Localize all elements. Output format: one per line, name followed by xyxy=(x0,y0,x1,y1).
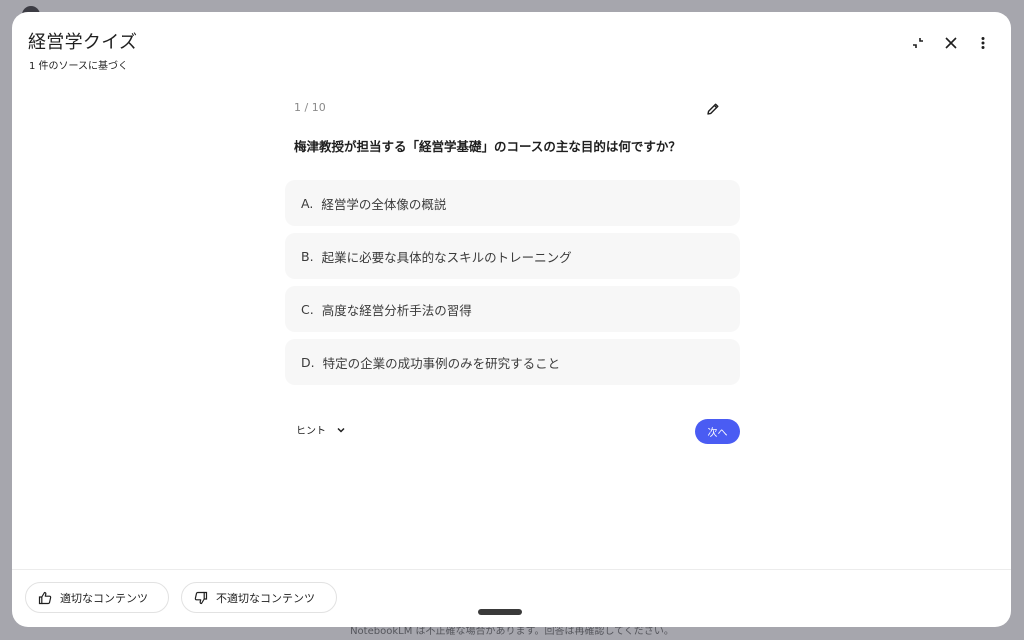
thumbs-up-icon xyxy=(38,591,52,604)
hint-toggle[interactable]: ヒント xyxy=(296,422,346,437)
feedback-bar: 適切なコンテンツ 不適切なコンテンツ xyxy=(12,569,1011,627)
option-text: 特定の企業の成功事例のみを研究すること xyxy=(322,355,561,371)
collapse-button[interactable] xyxy=(906,31,930,55)
next-button[interactable]: 次へ xyxy=(695,419,740,444)
pencil-icon xyxy=(707,103,719,115)
close-icon xyxy=(945,37,957,49)
good-content-button[interactable]: 適切なコンテンツ xyxy=(25,582,169,613)
answer-option-b[interactable]: B. 起業に必要な具体的なスキルのトレーニング xyxy=(285,233,740,279)
close-button[interactable] xyxy=(939,31,963,55)
option-text: 経営学の全体像の概説 xyxy=(321,196,447,212)
answer-option-d[interactable]: D. 特定の企業の成功事例のみを研究すること xyxy=(285,339,740,385)
good-content-label: 適切なコンテンツ xyxy=(60,591,148,605)
answer-options: A. 経営学の全体像の概説 B. 起業に必要な具体的なスキルのトレーニング C.… xyxy=(285,180,740,392)
collapse-icon xyxy=(913,38,923,48)
option-letter: A. xyxy=(301,195,314,211)
edit-button[interactable] xyxy=(702,98,724,120)
more-vert-icon xyxy=(981,37,985,49)
quiz-dialog: 経営学クイズ 1 件のソースに基づく 1 / 10 梅津教授が担当する「経営学基… xyxy=(12,12,1011,627)
option-letter: B. xyxy=(301,248,314,264)
option-text: 起業に必要な具体的なスキルのトレーニング xyxy=(321,249,572,265)
bad-content-button[interactable]: 不適切なコンテンツ xyxy=(181,582,337,613)
chevron-down-icon xyxy=(337,427,345,433)
option-letter: D. xyxy=(301,354,315,370)
resize-handle[interactable] xyxy=(478,609,522,615)
dialog-title: 経営学クイズ xyxy=(28,32,138,53)
hint-label: ヒント xyxy=(296,426,326,437)
question-counter: 1 / 10 xyxy=(294,101,326,114)
answer-option-a[interactable]: A. 経営学の全体像の概説 xyxy=(285,180,740,226)
bad-content-label: 不適切なコンテンツ xyxy=(216,591,315,605)
answer-option-c[interactable]: C. 高度な経営分析手法の習得 xyxy=(285,286,740,332)
dialog-subtitle: 1 件のソースに基づく xyxy=(29,61,129,72)
more-options-button[interactable] xyxy=(971,31,995,55)
option-text: 高度な経営分析手法の習得 xyxy=(321,302,472,318)
thumbs-down-icon xyxy=(194,591,208,604)
option-letter: C. xyxy=(301,301,314,317)
question-text: 梅津教授が担当する「経営学基礎」のコースの主な目的は何ですか？ xyxy=(294,139,681,154)
